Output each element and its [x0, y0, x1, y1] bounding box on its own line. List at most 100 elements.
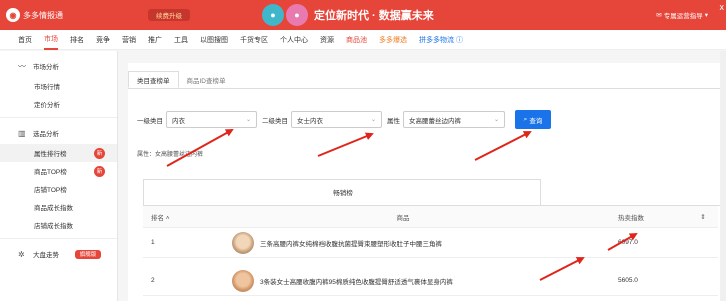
table-row[interactable]: 1 三条高腰内裤女纯棉裆收腹抗菌提臀束腰塑形收肚子中腰三角裤 6097.0 — [143, 228, 718, 258]
product-name[interactable]: 三条高腰内裤女纯棉裆收腹抗菌提臀束腰塑形收肚子中腰三角裤 — [260, 238, 442, 248]
app-logo[interactable]: ◉ 多多情报通 — [6, 8, 63, 22]
scrollbar[interactable] — [720, 51, 726, 301]
sidebar-group-product-selection[interactable]: ▥ 选品分析 — [0, 122, 117, 144]
slogan-text: 定位新时代 · 数据赢未来 — [314, 10, 434, 22]
nav-ranking[interactable]: 排名 — [70, 30, 84, 50]
upgrade-button[interactable]: 续费升级 — [148, 9, 190, 21]
nav-image-search[interactable]: 以图搜图 — [200, 30, 228, 50]
sidebar-item-label: 定价分析 — [34, 102, 60, 109]
nav-promotion[interactable]: 推广 — [148, 30, 162, 50]
nav-goods-pool[interactable]: 商品池 — [346, 30, 367, 50]
new-badge: 新 — [94, 165, 105, 177]
bar-chart-icon: ▥ — [18, 128, 26, 138]
sidebar-item-pricing-analysis[interactable]: 定价分析 — [0, 95, 117, 113]
sidebar-item-market-quotes[interactable]: 市场行情 — [0, 77, 117, 95]
column-goods: 商品 — [396, 214, 410, 222]
column-hot-index[interactable]: 热卖指数 — [618, 212, 688, 222]
nav-goods-zone[interactable]: 千货专区 — [240, 30, 268, 50]
product-name[interactable]: 3条装女士高腰收腹内裤95棉质纯色收腹提臀舒适透气裹体显身内裤 — [260, 276, 453, 286]
ranking-tabs: 类目查榜单 商品ID查榜单 — [128, 71, 234, 88]
filter-row: 一级类目 内衣 ⌄ 二级类目 女士内衣 ⌄ 属性 女高腰蕾丝边内裤 ⌄ ⌕ 查询 — [137, 110, 551, 129]
attribute-select[interactable]: 女高腰蕾丝边内裤 ⌄ — [403, 111, 505, 128]
table-header: 排名 ˄ 商品 热卖指数 ⇕ — [143, 206, 718, 228]
sidebar-divider — [0, 117, 117, 118]
sidebar-item-label: 属性排行榜 — [34, 151, 67, 158]
sidebar-item-attribute-ranking[interactable]: 属性排行榜 新 — [0, 144, 117, 162]
product-thumbnail[interactable] — [232, 269, 254, 292]
product-thumbnail[interactable] — [232, 231, 254, 254]
sidebar-group-label: 大盘走势 — [33, 252, 59, 259]
sidebar-group-label: 市场分析 — [33, 64, 59, 71]
sidebar-group-market-trend[interactable]: ✲ 大盘走势 旗舰版 — [0, 243, 117, 265]
sidebar-divider — [0, 238, 117, 239]
tab-bestseller[interactable]: 畅销榜 — [144, 180, 542, 204]
mascot-left-icon: ● — [262, 4, 284, 26]
query-button[interactable]: ⌕ 查询 — [515, 110, 551, 129]
selected-attribute-text: 属性：女高腰蕾丝边内裤 — [137, 152, 204, 158]
search-icon: ⌕ — [523, 115, 528, 123]
tabs-divider — [128, 88, 726, 89]
sidebar-item-label: 商品成长指数 — [34, 205, 73, 212]
category1-label: 一级类目 — [137, 117, 163, 125]
row-rank: 2 — [151, 277, 155, 284]
nav-marketing[interactable]: 营销 — [122, 30, 136, 50]
close-icon[interactable]: x — [720, 2, 725, 12]
nav-duoduo-select[interactable]: 多多爆选 — [379, 30, 407, 50]
mascot-right-icon: ● — [286, 4, 308, 26]
sidebar-item-label: 店铺TOP榜 — [34, 187, 67, 194]
attribute-label: 属性 — [387, 117, 400, 125]
sidebar-group-market-analysis[interactable]: 〰 市场分析 — [0, 55, 117, 77]
bestseller-tab-container: 畅销榜 — [143, 179, 541, 205]
main-panel: 类目查榜单 商品ID查榜单 一级类目 内衣 ⌄ 二级类目 女士内衣 ⌄ 属性 女… — [128, 63, 726, 301]
wechat-icon: ✉ — [656, 12, 662, 19]
logo-text: 多多情报通 — [23, 10, 63, 20]
category2-select[interactable]: 女士内衣 ⌄ — [291, 111, 382, 128]
category1-select[interactable]: 内衣 ⌄ — [166, 111, 257, 128]
query-label: 查询 — [529, 117, 543, 125]
tab-category-ranking[interactable]: 类目查榜单 — [128, 71, 179, 88]
operator-guide-label: 专属运营指导 — [663, 13, 703, 20]
sidebar-item-label: 店铺成长指数 — [34, 223, 73, 230]
nav-competition[interactable]: 竞争 — [96, 30, 110, 50]
nav-market[interactable]: 市场 — [44, 30, 58, 50]
sidebar-item-shop-growth[interactable]: 店铺成长指数 — [0, 216, 117, 234]
new-badge: 新 — [94, 147, 105, 159]
nav-tools[interactable]: 工具 — [174, 30, 188, 50]
row-goods: 三条高腰内裤女纯棉裆收腹抗菌提臀束腰塑形收肚子中腰三角裤 — [188, 231, 618, 254]
logo-icon: ◉ — [6, 8, 20, 22]
chevron-down-icon: ⌄ — [245, 117, 251, 123]
sidebar-group-label: 选品分析 — [33, 131, 59, 138]
attribute-value: 女高腰蕾丝边内裤 — [409, 117, 461, 125]
category1-value: 内衣 — [172, 117, 185, 125]
nav-home[interactable]: 首页 — [18, 30, 32, 50]
row-hot-index: 5605.0 — [618, 277, 638, 284]
nav-resources[interactable]: 资源 — [320, 30, 334, 50]
column-rank[interactable]: 排名 ˄ — [143, 212, 188, 222]
category2-value: 女士内衣 — [297, 117, 323, 125]
sidebar-item-shop-top[interactable]: 店铺TOP榜 — [0, 180, 117, 198]
chart-line-icon: 〰 — [18, 61, 26, 71]
top-header: ◉ 多多情报通 续费升级 ● ● 定位新时代 · 数据赢未来 ✉ 专属运营指导 … — [0, 0, 726, 30]
chevron-down-icon: ⌄ — [493, 117, 499, 123]
slogan-banner: ● ● 定位新时代 · 数据赢未来 — [262, 4, 434, 26]
sort-icon[interactable]: ⇕ — [688, 213, 718, 221]
main-nav: 首页 市场 排名 竞争 营销 推广 工具 以图搜图 千货专区 个人中心 资源 商… — [0, 30, 726, 50]
chevron-down-icon: ▾ — [704, 12, 708, 19]
sidebar-item-label: 市场行情 — [34, 84, 60, 91]
chevron-down-icon: ⌄ — [370, 117, 376, 123]
category2-label: 二级类目 — [262, 117, 288, 125]
sidebar-item-label: 商品TOP榜 — [34, 169, 67, 176]
tab-goods-id-ranking[interactable]: 商品ID查榜单 — [179, 71, 234, 88]
sidebar: 〰 市场分析 市场行情 定价分析 ▥ 选品分析 属性排行榜 新 商品TOP榜 新… — [0, 51, 118, 301]
flagship-badge: 旗舰版 — [75, 249, 101, 259]
nav-pdd-logistics[interactable]: 拼多多物流 ⓘ — [419, 30, 463, 50]
sidebar-item-goods-growth[interactable]: 商品成长指数 — [0, 198, 117, 216]
nav-personal-center[interactable]: 个人中心 — [280, 30, 308, 50]
row-goods: 3条装女士高腰收腹内裤95棉质纯色收腹提臀舒适透气裹体显身内裤 — [188, 269, 618, 292]
table-row[interactable]: 2 3条装女士高腰收腹内裤95棉质纯色收腹提臀舒适透气裹体显身内裤 5605.0 — [143, 266, 718, 296]
row-hot-index: 6097.0 — [618, 239, 638, 246]
operator-guide-link[interactable]: ✉ 专属运营指导 ▾ — [656, 10, 708, 20]
trend-icon: ✲ — [18, 249, 25, 259]
sidebar-item-goods-top[interactable]: 商品TOP榜 新 — [0, 162, 117, 180]
row-rank: 1 — [151, 239, 155, 246]
